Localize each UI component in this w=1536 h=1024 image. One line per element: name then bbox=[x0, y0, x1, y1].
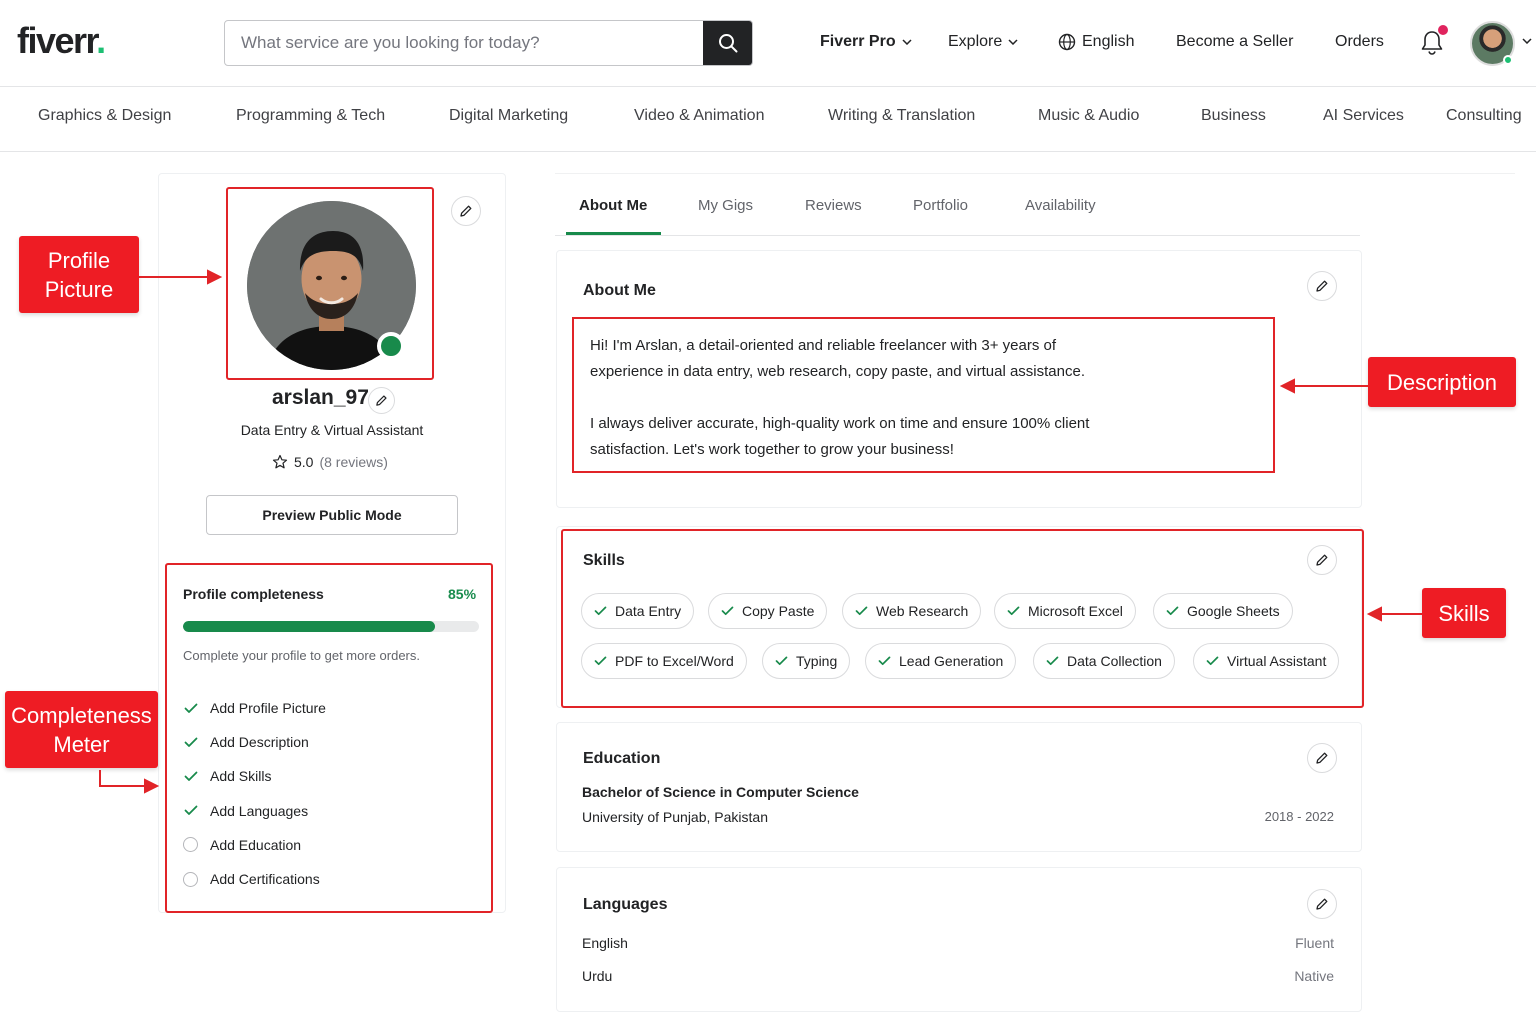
tab-my-gigs[interactable]: My Gigs bbox=[698, 197, 753, 214]
tab-portfolio[interactable]: Portfolio bbox=[913, 197, 968, 214]
about-text-line: I always deliver accurate, high-quality … bbox=[590, 415, 1090, 432]
completeness-callout: Completeness Meter bbox=[5, 691, 158, 768]
category-video-animation[interactable]: Video & Animation bbox=[634, 107, 764, 125]
category-digital-marketing[interactable]: Digital Marketing bbox=[449, 107, 568, 125]
nav-language-label: English bbox=[1082, 33, 1135, 50]
tab-about-me[interactable]: About Me bbox=[579, 197, 647, 214]
category-programming-tech[interactable]: Programming & Tech bbox=[236, 107, 385, 125]
arrow-head bbox=[144, 778, 160, 794]
language-level: Fluent bbox=[1295, 935, 1334, 951]
search-icon bbox=[718, 34, 737, 53]
profile-picture-highlight bbox=[226, 187, 434, 380]
nav-explore[interactable]: Explore bbox=[948, 33, 1018, 51]
education-years: 2018 - 2022 bbox=[1264, 809, 1334, 824]
category-business[interactable]: Business bbox=[1201, 107, 1266, 125]
about-text-line: experience in data entry, web research, … bbox=[590, 363, 1085, 380]
nav-fiverr-pro[interactable]: Fiverr Pro bbox=[820, 33, 912, 51]
notification-badge bbox=[1438, 25, 1448, 35]
about-text-line: satisfaction. Let's work together to gro… bbox=[590, 441, 954, 458]
skills-highlight bbox=[561, 529, 1364, 708]
education-school: University of Punjab, Pakistan bbox=[582, 809, 768, 825]
tabs-divider bbox=[555, 235, 1360, 236]
fiverr-logo[interactable]: fiverr. bbox=[17, 20, 106, 62]
pencil-icon bbox=[1316, 898, 1328, 910]
edit-about-button[interactable] bbox=[1307, 271, 1337, 301]
callout-text: Meter bbox=[53, 731, 110, 757]
star-icon bbox=[272, 454, 288, 469]
callout-text: Completeness bbox=[11, 702, 152, 728]
profile-picture-callout: Profile Picture bbox=[19, 236, 139, 313]
nav-explore-label: Explore bbox=[948, 33, 1003, 50]
nav-fiverr-pro-label: Fiverr Pro bbox=[820, 33, 896, 50]
languages-card: Languages bbox=[556, 867, 1362, 1012]
callout-text: Skills bbox=[1438, 600, 1490, 626]
logo-text: fiverr bbox=[17, 20, 98, 61]
search-bar bbox=[224, 20, 753, 66]
category-music-audio[interactable]: Music & Audio bbox=[1038, 107, 1139, 125]
category-ai-services[interactable]: AI Services bbox=[1323, 107, 1404, 125]
chevron-down-icon bbox=[1008, 39, 1018, 45]
top-header: fiverr. Fiverr Pro Explore English Becom… bbox=[0, 0, 1536, 87]
pencil-icon bbox=[460, 205, 472, 217]
nav-orders[interactable]: Orders bbox=[1335, 33, 1384, 51]
pencil-icon bbox=[1316, 280, 1328, 292]
about-paragraph-2: I always deliver accurate, high-quality … bbox=[590, 411, 1190, 463]
search-input[interactable] bbox=[225, 21, 705, 65]
rating-value: 5.0 bbox=[294, 454, 314, 470]
about-paragraph-1: Hi! I'm Arslan, a detail-oriented and re… bbox=[590, 333, 1190, 385]
preview-public-mode-button[interactable]: Preview Public Mode bbox=[206, 495, 458, 535]
edit-education-button[interactable] bbox=[1307, 743, 1337, 773]
online-status-dot bbox=[1503, 55, 1513, 65]
category-bar: Graphics & Design Programming & Tech Dig… bbox=[0, 88, 1536, 152]
username: arslan_97 bbox=[272, 386, 369, 409]
chevron-down-icon bbox=[902, 39, 912, 45]
edit-profile-button[interactable] bbox=[451, 196, 481, 226]
education-title: Education bbox=[583, 750, 661, 767]
completeness-highlight bbox=[165, 563, 493, 913]
arrow-head bbox=[1366, 606, 1382, 622]
callout-text: Profile bbox=[47, 247, 111, 273]
about-title: About Me bbox=[583, 282, 656, 299]
category-graphics-design[interactable]: Graphics & Design bbox=[38, 107, 171, 125]
language-name: Urdu bbox=[582, 968, 613, 984]
edit-languages-button[interactable] bbox=[1307, 889, 1337, 919]
description-callout: Description bbox=[1368, 357, 1516, 407]
divider bbox=[555, 173, 1515, 174]
skills-callout: Skills bbox=[1422, 588, 1506, 638]
callout-text: Description bbox=[1386, 369, 1498, 395]
languages-title: Languages bbox=[583, 896, 668, 913]
nav-become-seller-label: Become a Seller bbox=[1176, 33, 1294, 50]
education-degree: Bachelor of Science in Computer Science bbox=[582, 784, 859, 800]
pencil-icon bbox=[376, 395, 387, 406]
category-consulting[interactable]: Consulting bbox=[1446, 107, 1522, 125]
nav-orders-label: Orders bbox=[1335, 33, 1384, 50]
category-writing-translation[interactable]: Writing & Translation bbox=[828, 107, 975, 125]
logo-dot: . bbox=[96, 20, 106, 61]
active-tab-indicator bbox=[566, 232, 661, 235]
rating: 5.0 (8 reviews) bbox=[272, 454, 388, 470]
tab-reviews[interactable]: Reviews bbox=[805, 197, 862, 214]
chevron-down-icon[interactable] bbox=[1522, 38, 1532, 44]
profile-tagline: Data Entry & Virtual Assistant bbox=[240, 422, 424, 438]
edit-username-button[interactable] bbox=[368, 387, 395, 414]
tab-availability[interactable]: Availability bbox=[1025, 197, 1096, 214]
globe-icon bbox=[1058, 33, 1076, 51]
language-name: English bbox=[582, 935, 628, 951]
nav-language[interactable]: English bbox=[1058, 33, 1134, 51]
nav-become-seller[interactable]: Become a Seller bbox=[1176, 33, 1293, 51]
review-count[interactable]: (8 reviews) bbox=[319, 454, 387, 470]
search-button[interactable] bbox=[703, 21, 752, 65]
arrow-line bbox=[99, 770, 146, 787]
callout-text: Picture bbox=[44, 276, 114, 302]
about-text-line: Hi! I'm Arslan, a detail-oriented and re… bbox=[590, 337, 1057, 354]
pencil-icon bbox=[1316, 752, 1328, 764]
language-level: Native bbox=[1294, 968, 1334, 984]
